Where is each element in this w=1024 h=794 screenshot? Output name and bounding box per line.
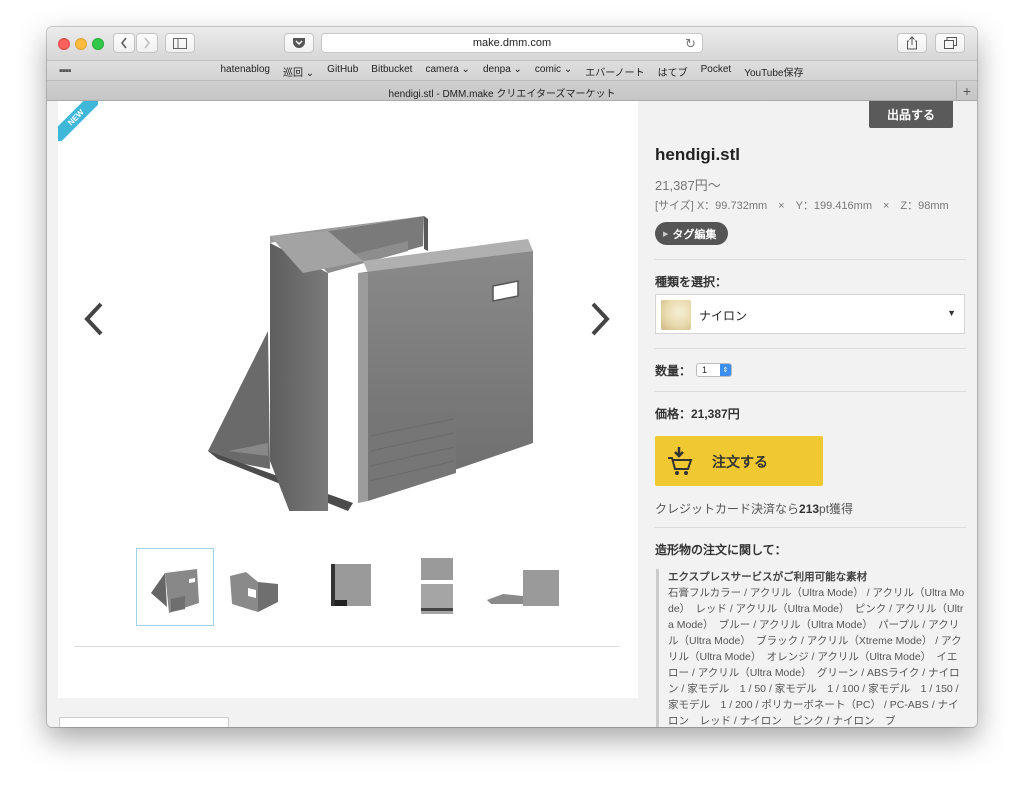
cart-icon: [668, 447, 693, 475]
price-label: 価格：21,387円: [655, 407, 740, 421]
sell-button[interactable]: 出品する: [869, 101, 953, 128]
divider: [654, 348, 966, 349]
bookmarks-bar: ▪▪▪▪ hatenablog 巡回 ⌄ GitHub Bitbucket camera…: [47, 60, 977, 81]
previous-image-button[interactable]: [81, 301, 105, 345]
stepper-arrows-icon: ⇕: [720, 364, 731, 376]
minimize-window-button[interactable]: [75, 38, 87, 50]
pocket-icon: [293, 38, 305, 48]
bookmark-item[interactable]: Bitbucket: [371, 64, 412, 79]
price-from: 21,387円〜: [655, 178, 721, 193]
browser-window: make.dmm.com ↻ ▪▪▪▪ hatenablog 巡回 ⌄ GitHub…: [47, 27, 977, 727]
browser-toolbar: make.dmm.com ↻: [47, 27, 977, 60]
model-render: [208, 216, 533, 511]
new-ribbon: NEW: [58, 101, 98, 141]
order-about-heading: 造形物の注文に関して：: [655, 543, 787, 557]
thumbnail-image: [487, 570, 559, 606]
quantity-value: 1: [702, 365, 708, 375]
bookmark-item[interactable]: comic ⌄: [535, 64, 572, 79]
address-bar[interactable]: make.dmm.com ↻: [321, 33, 703, 53]
sidebar-icon: [173, 37, 187, 49]
material-label: 種類を選択：: [655, 275, 728, 289]
thumbnail-1[interactable]: [136, 548, 214, 626]
sidebar-toggle-button[interactable]: [165, 33, 195, 53]
tab-bar: hendigi.stl - DMM.make クリエイターズマーケット +: [47, 81, 977, 101]
thumbnail-strip: [58, 548, 638, 630]
divider: [654, 527, 966, 528]
quantity-label: 数量：: [655, 364, 692, 378]
bookmark-item[interactable]: hatenablog: [221, 64, 271, 79]
express-material-list: 石膏フルカラー / アクリル（Ultra Mode） / アクリル（Ultra …: [668, 587, 965, 727]
product-panel: 出品する hendigi.stl 21,387円〜 [サイズ] X：99.732…: [654, 101, 968, 727]
divider: [654, 259, 966, 260]
bookmark-item[interactable]: YouTube保存: [744, 64, 803, 79]
tag-edit-button[interactable]: ▶ タグ編集: [655, 222, 729, 245]
tabs-overview-button[interactable]: [935, 33, 965, 53]
bottom-partial-button[interactable]: [59, 717, 229, 727]
product-size: [サイズ] X：99.732mm × Y：199.416mm × Z：98mm: [655, 200, 949, 212]
bookmark-item[interactable]: エバーノート: [585, 64, 644, 79]
model-viewer: NEW: [58, 101, 638, 698]
back-button[interactable]: [113, 33, 135, 53]
new-badge-label: NEW: [66, 107, 86, 128]
thumbnail-4[interactable]: [398, 548, 476, 626]
chevron-right-icon: [144, 37, 150, 49]
share-button[interactable]: [897, 33, 927, 53]
triangle-right-icon: ▶: [663, 230, 669, 238]
new-tab-button[interactable]: +: [956, 81, 977, 100]
triangle-down-icon: ▼: [947, 308, 956, 318]
bookmark-item[interactable]: はてブ: [658, 64, 688, 79]
credit-points: 213: [799, 502, 820, 516]
thumbnail-2[interactable]: [216, 548, 294, 626]
viewer-divider: [74, 646, 620, 647]
material-swatch: [661, 300, 691, 330]
express-service-title: エクスプレスサービスがご利用可能な素材: [668, 571, 868, 583]
chevron-right-icon: [591, 302, 610, 336]
chevron-left-icon: [84, 302, 103, 336]
credit-points-note: クレジットカード決済なら213pt獲得: [655, 500, 853, 517]
bookmark-item[interactable]: camera ⌄: [425, 64, 470, 79]
forward-button[interactable]: [136, 33, 158, 53]
next-image-button[interactable]: [589, 301, 613, 345]
page-content: NEW 出品する hendigi.stl 21,387円〜 [サイズ] X：99…: [47, 101, 977, 727]
credit-suffix: pt獲得: [819, 502, 854, 516]
thumbnail-3[interactable]: [313, 548, 391, 626]
bookmark-item[interactable]: denpa ⌄: [483, 64, 522, 79]
divider: [654, 391, 966, 392]
active-tab-title[interactable]: hendigi.stl - DMM.make クリエイターズマーケット: [47, 85, 957, 100]
thumbnail-image: [421, 558, 453, 614]
credit-prefix: クレジットカード決済なら: [655, 502, 800, 516]
maximize-window-button[interactable]: [92, 38, 104, 50]
order-button[interactable]: 注文する: [655, 436, 823, 486]
thumbnail-image: [151, 569, 199, 613]
product-title: hendigi.stl: [655, 145, 740, 164]
material-value: ナイロン: [699, 309, 748, 323]
quantity-select[interactable]: 1 ⇕: [696, 363, 732, 377]
material-select[interactable]: ナイロン ▼: [655, 294, 965, 334]
reload-icon[interactable]: ↻: [685, 36, 696, 52]
tabs-icon: [943, 37, 957, 49]
bookmark-item[interactable]: Pocket: [701, 64, 732, 79]
tag-edit-label: タグ編集: [672, 228, 717, 241]
bookmark-item[interactable]: GitHub: [327, 64, 358, 79]
thumbnail-image: [230, 572, 278, 612]
express-service-info: エクスプレスサービスがご利用可能な素材 石膏フルカラー / アクリル（Ultra…: [656, 569, 966, 727]
share-icon: [907, 36, 917, 50]
order-button-label: 注文する: [712, 454, 768, 470]
bookmark-item[interactable]: 巡回 ⌄: [283, 64, 314, 79]
thumbnail-image: [331, 564, 371, 606]
thumbnail-5[interactable]: [483, 548, 561, 626]
close-window-button[interactable]: [58, 38, 70, 50]
bookmarks-list: hatenablog 巡回 ⌄ GitHub Bitbucket camera ⌄ den…: [47, 64, 977, 79]
chevron-left-icon: [121, 37, 127, 49]
url-text: make.dmm.com: [472, 37, 552, 49]
pocket-button[interactable]: [284, 33, 314, 53]
